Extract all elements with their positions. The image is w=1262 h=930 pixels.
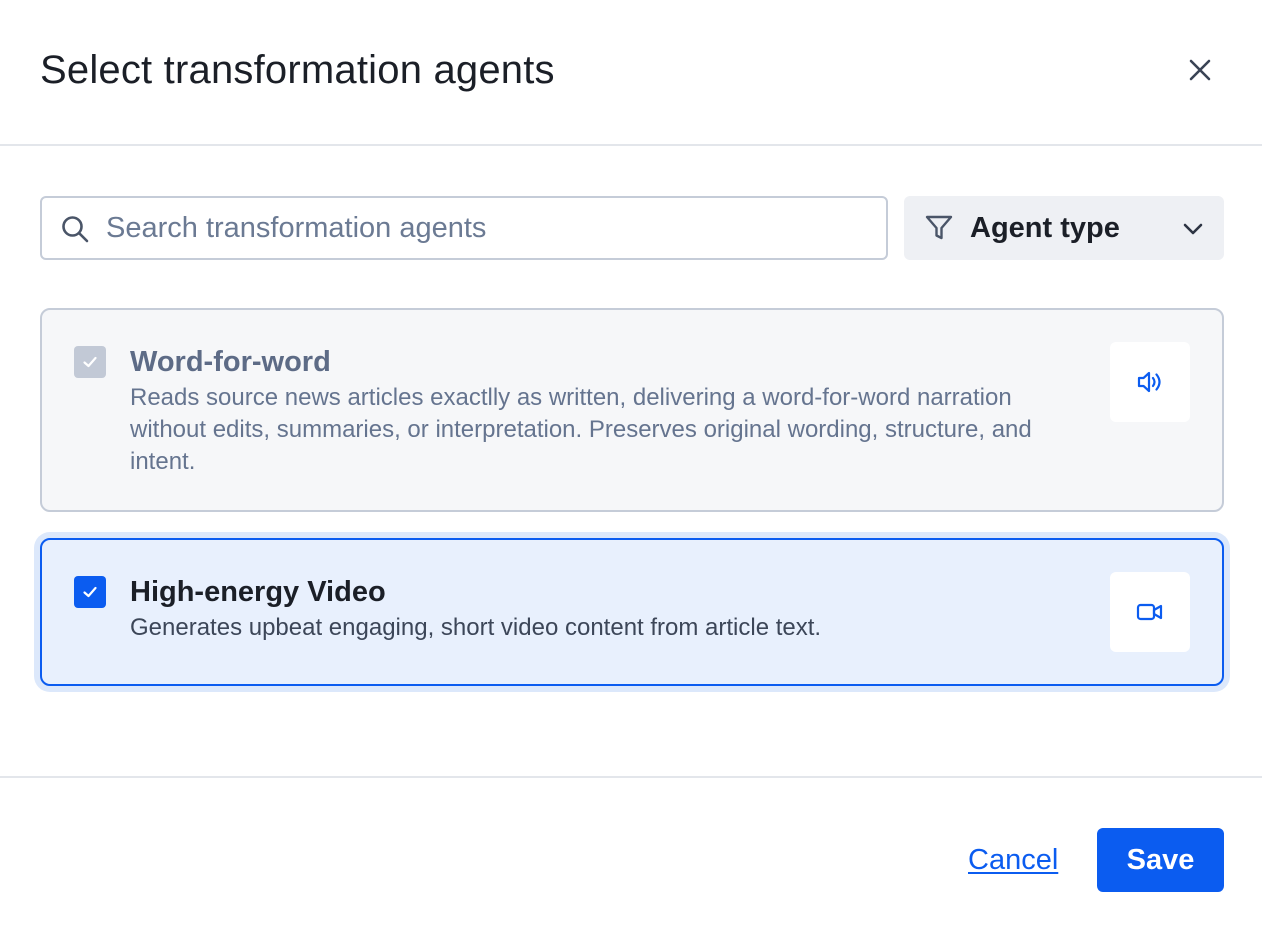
close-button[interactable] [1180, 50, 1220, 90]
search-icon [62, 216, 89, 243]
close-icon [1189, 59, 1211, 81]
cancel-button[interactable]: Cancel [968, 842, 1058, 878]
chevron-down-icon [1183, 223, 1203, 235]
checkmark-icon [83, 586, 97, 598]
select-agents-dialog: Select transformation agents Agent type … [0, 0, 1262, 930]
agent-checkbox-disabled [74, 346, 106, 378]
dialog-footer: Cancel Save [0, 776, 1262, 930]
agent-type-tile [1110, 342, 1190, 422]
search-input[interactable] [106, 198, 866, 258]
agent-card-high-energy-video[interactable]: High-energy Video Generates upbeat engag… [40, 538, 1224, 686]
speaker-icon [1137, 371, 1161, 393]
agent-type-filter[interactable]: Agent type [904, 196, 1224, 260]
filter-icon [925, 215, 953, 240]
filter-label: Agent type [970, 212, 1120, 244]
save-button[interactable]: Save [1097, 828, 1224, 892]
video-camera-icon [1136, 603, 1163, 621]
agent-description: Generates upbeat engaging, short video c… [130, 614, 822, 641]
agent-checkbox[interactable] [74, 576, 106, 608]
dialog-header: Select transformation agents [0, 0, 1262, 146]
agent-type-tile [1110, 572, 1190, 652]
agent-description: Reads source news articles exactlly as w… [130, 384, 1032, 475]
dialog-title: Select transformation agents [40, 48, 555, 92]
agent-card-word-for-word[interactable]: Word-for-word Reads source news articles… [40, 308, 1224, 512]
agent-title: Word-for-word [130, 346, 331, 378]
search-box [40, 196, 888, 260]
agent-title: High-energy Video [130, 576, 386, 608]
checkmark-icon [83, 356, 97, 368]
